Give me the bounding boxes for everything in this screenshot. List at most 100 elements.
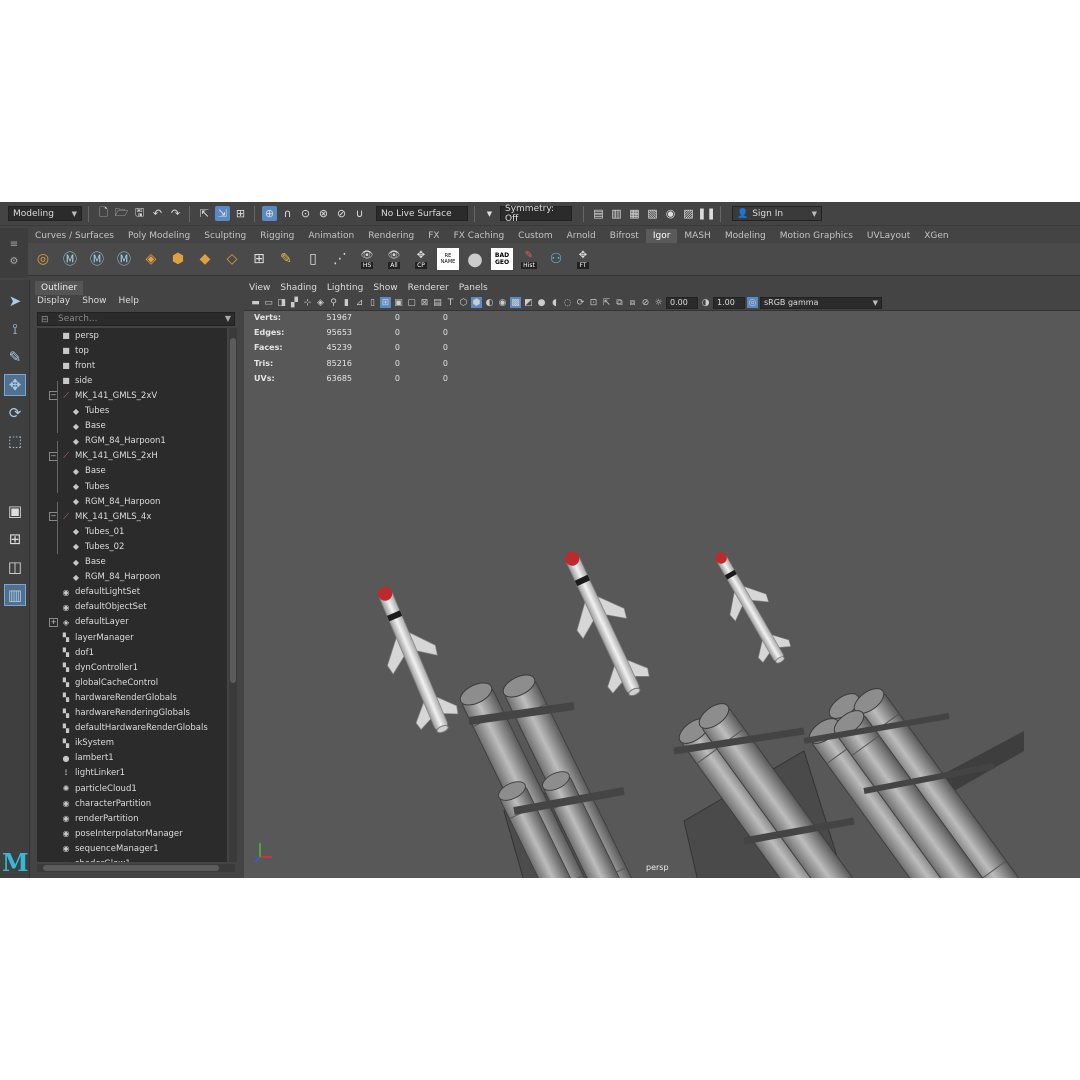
outliner-item[interactable]: ◉ defaultLightSet [61, 585, 141, 600]
scrollbar-thumb[interactable] [230, 338, 236, 683]
outliner-item[interactable]: ◆ Base [71, 464, 106, 479]
outliner-item[interactable]: ▚ ikSystem [61, 736, 114, 751]
outliner-item[interactable]: ◉ renderPartition [61, 811, 139, 826]
outliner-item[interactable]: ▚ hardwareRenderGlobals [61, 690, 177, 705]
isolate-select-icon[interactable]: ⊡ [588, 297, 599, 308]
render-sequence-icon[interactable]: ▥ [609, 206, 624, 221]
grid-icon[interactable]: ⊞ [380, 297, 391, 308]
outliner-item[interactable]: + ◈ defaultLayer [49, 615, 129, 630]
outliner-item[interactable]: ■ persp [61, 328, 99, 343]
textured-icon[interactable]: ◐ [484, 297, 495, 308]
redo-icon[interactable]: ↷ [168, 206, 183, 221]
outliner-item[interactable]: ◆ Base [71, 555, 106, 570]
shelf-tool-icon[interactable]: Ⓜ [86, 248, 108, 270]
outliner-item[interactable]: ▚ globalCacheControl [61, 675, 158, 690]
outliner-item[interactable]: ◆ Tubes [71, 479, 109, 494]
shelf-tab-sculpting[interactable]: Sculpting [197, 229, 253, 243]
shelf-tool-icon[interactable]: ◎ [32, 248, 54, 270]
shelf-tool-icon[interactable]: ✎ [275, 248, 297, 270]
camera-icon[interactable]: ▬ [250, 297, 261, 308]
hud-icon[interactable]: ▤ [432, 297, 443, 308]
film-gate-icon[interactable]: ◈ [315, 297, 326, 308]
mode-menu-selector[interactable]: Modeling ▼ [8, 206, 82, 221]
snap-surface-icon[interactable]: ⊘ [334, 206, 349, 221]
gate-mask-icon[interactable]: ▮ [341, 297, 352, 308]
menu-help[interactable]: Help [118, 296, 139, 306]
camera-attributes-icon[interactable]: ▭ [263, 297, 274, 308]
select-tool-icon[interactable]: ➤ [4, 290, 26, 312]
smooth-shade-icon[interactable]: ⬢ [471, 297, 482, 308]
outliner-item[interactable]: ■ top [61, 343, 89, 358]
outliner-vertical-scrollbar[interactable] [229, 328, 237, 862]
outliner-item[interactable]: − ⟋ MK_141_GMLS_4x [49, 509, 151, 524]
shelf-tool-icon[interactable]: ⚇ [545, 248, 567, 270]
shelf-tab-arnold[interactable]: Arnold [560, 229, 603, 243]
rename-shelf-button[interactable]: RE NAME [437, 248, 459, 270]
menu-renderer[interactable]: Renderer [403, 283, 454, 293]
four-pane-icon[interactable]: ⊞ [4, 528, 26, 550]
menu-lighting[interactable]: Lighting [322, 283, 368, 293]
color-management-icon[interactable]: ◎ [747, 297, 758, 308]
use-lights-icon[interactable]: ◉ [497, 297, 508, 308]
all-shelf-button[interactable]: 👁 All [383, 248, 405, 270]
magnet-icon[interactable]: ∪ [352, 206, 367, 221]
shelf-tool-icon[interactable]: ◇ [221, 248, 243, 270]
snap-view-icon[interactable]: ⊗ [316, 206, 331, 221]
outliner-item[interactable]: ◆ RGM_84_Harpoon [71, 494, 161, 509]
sign-in-button[interactable]: 👤 Sign In ▼ [732, 206, 822, 221]
anti-aliasing-icon[interactable]: ◌ [562, 297, 573, 308]
paint-select-icon[interactable]: ✎ [4, 346, 26, 368]
shelf-tab-rendering[interactable]: Rendering [361, 229, 421, 243]
shelf-tab-modeling[interactable]: Modeling [718, 229, 773, 243]
pan-zoom-icon[interactable]: ⊠ [419, 297, 430, 308]
menu-panels[interactable]: Panels [454, 283, 493, 293]
persp-viewport[interactable]: Verts: 51967 0 0 Edges: 95653 0 0 Faces: 45239 0 0 T… [244, 311, 1080, 878]
shelf-tool-icon[interactable]: ⊞ [248, 248, 270, 270]
select-component-icon[interactable]: ⊞ [233, 206, 248, 221]
outliner-item[interactable]: ◆ RGM_84_Harpoon [71, 570, 161, 585]
save-scene-icon[interactable]: 🖫 [132, 206, 147, 221]
symmetry-field[interactable]: Symmetry: Off [500, 204, 572, 224]
shelf-tab-uvlayout[interactable]: UVLayout [860, 229, 917, 243]
shelf-tool-icon[interactable]: ▯ [302, 248, 324, 270]
menu-display[interactable]: Display [37, 296, 70, 306]
ft-shelf-button[interactable]: ✥ FT [572, 248, 594, 270]
select-object-icon[interactable]: ⇲ [215, 206, 230, 221]
backface-icon[interactable]: ⧉ [614, 297, 625, 308]
outliner-item[interactable]: ◆ RGM_84_Harpoon1 [71, 434, 166, 449]
backface-culling-icon[interactable]: ⧈ [627, 297, 638, 308]
shelf-tab-curves-surfaces[interactable]: Curves / Surfaces [28, 229, 121, 243]
outliner-item[interactable]: ◆ Tubes [71, 404, 109, 419]
shadows-icon[interactable]: ◩ [523, 297, 534, 308]
shelf-tab-poly-modeling[interactable]: Poly Modeling [121, 229, 197, 243]
shelf-tool-icon[interactable]: ⋰ [329, 248, 351, 270]
shelf-tab-fx-caching[interactable]: FX Caching [447, 229, 512, 243]
menu-show[interactable]: Show [82, 296, 106, 306]
shelf-tool-icon[interactable]: ◆ [194, 248, 216, 270]
rotate-tool-icon[interactable]: ⟳ [4, 402, 26, 424]
outliner-item[interactable]: ▚ layerManager [61, 630, 134, 645]
select-hierarchy-icon[interactable]: ⇱ [197, 206, 212, 221]
render-settings-icon[interactable]: ▧ [645, 206, 660, 221]
shelf-tab-motion-graphics[interactable]: Motion Graphics [773, 229, 860, 243]
shelf-tab-bifrost[interactable]: Bifrost [603, 229, 646, 243]
menu-show[interactable]: Show [368, 283, 402, 293]
xray-joints-icon[interactable]: ⇱ [601, 297, 612, 308]
safe-action-icon[interactable]: ▯ [367, 297, 378, 308]
chevron-down-icon[interactable]: ▼ [225, 313, 231, 325]
outliner-horizontal-scrollbar[interactable] [37, 864, 235, 872]
shelf-tab-mash[interactable]: MASH [677, 229, 717, 243]
grid-toggle-icon[interactable]: ⊹ [302, 297, 313, 308]
gamma-field[interactable]: 1.00 [713, 296, 745, 309]
scrollbar-thumb[interactable] [43, 865, 219, 871]
ambient-occlusion-icon[interactable]: ● [536, 297, 547, 308]
render-view-icon[interactable]: ▨ [681, 206, 696, 221]
outliner-item[interactable]: ◆ Tubes_02 [71, 539, 125, 554]
exposure-field[interactable]: 0.00 [666, 296, 698, 309]
shelf-tab-animation[interactable]: Animation [301, 229, 361, 243]
ipr-render-icon[interactable]: ▦ [627, 206, 642, 221]
mk141-launcher-2xv[interactable] [456, 669, 684, 878]
shelf-tab-fx[interactable]: FX [421, 229, 446, 243]
outliner-item[interactable]: − ⟋ MK_141_GMLS_2xV [49, 388, 157, 403]
outliner-item[interactable]: ◆ Base [71, 419, 106, 434]
